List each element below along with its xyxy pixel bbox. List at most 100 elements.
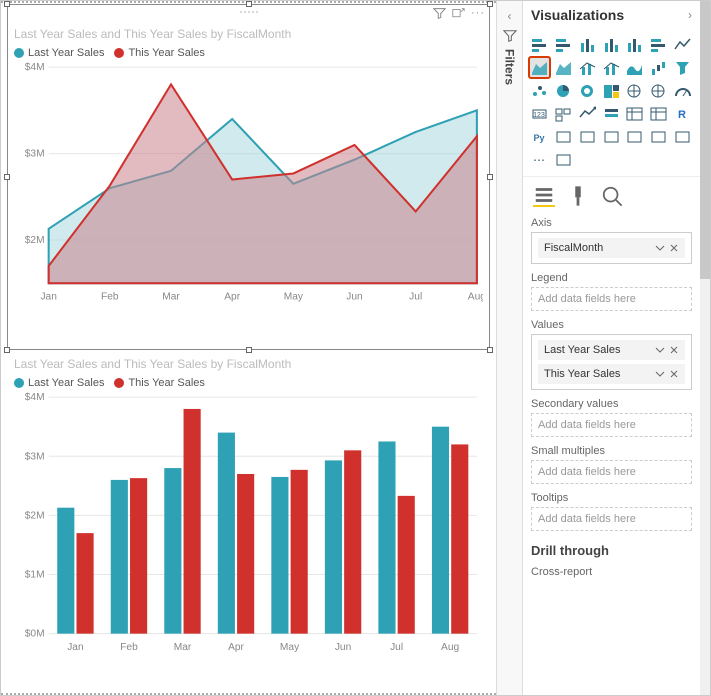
- viz-type-kpi[interactable]: [577, 103, 598, 124]
- secondary-well[interactable]: Add data fields here: [531, 413, 692, 437]
- viz-type-key-influencer[interactable]: [553, 126, 574, 147]
- remove-icon[interactable]: [669, 243, 679, 253]
- chart-title: Last Year Sales and This Year Sales by F…: [8, 353, 489, 371]
- viz-type-ribbon[interactable]: [624, 57, 645, 78]
- svg-text:⋯: ⋯: [533, 153, 545, 167]
- legend-swatch-s1: [14, 48, 24, 58]
- focus-mode-icon[interactable]: [452, 7, 465, 20]
- viz-type-map[interactable]: [624, 80, 645, 101]
- app-root: ··· Last Year Sales and This Year Sales …: [0, 0, 711, 696]
- viz-type-treemap[interactable]: [601, 80, 622, 101]
- viz-type-py[interactable]: Py: [529, 126, 550, 147]
- bar-chart-svg: $4M$3M$2M$1M$0MJanFebMarAprMayJunJulAug: [14, 391, 483, 656]
- svg-text:$2M: $2M: [25, 511, 45, 522]
- report-canvas[interactable]: ··· Last Year Sales and This Year Sales …: [1, 1, 496, 695]
- viz-type-power-automate[interactable]: [672, 126, 693, 147]
- viz-type-power-apps[interactable]: [648, 126, 669, 147]
- scrollbar-thumb[interactable]: [700, 1, 710, 279]
- viz-type-area-stacked[interactable]: [553, 57, 574, 78]
- viz-type-get-more[interactable]: ⋯: [529, 149, 550, 170]
- svg-text:$4M: $4M: [25, 393, 45, 404]
- field-wells: Axis FiscalMonth Legend Add data fields …: [523, 209, 700, 695]
- area-chart-tile[interactable]: ··· Last Year Sales and This Year Sales …: [7, 4, 490, 350]
- viz-type-column-clustered[interactable]: [601, 34, 622, 55]
- viz-type-line[interactable]: [672, 34, 693, 55]
- chart-legend: Last Year Sales This Year Sales: [8, 371, 489, 391]
- svg-text:Jan: Jan: [67, 642, 83, 653]
- svg-text:$3M: $3M: [25, 149, 45, 160]
- vertical-scrollbar[interactable]: [700, 1, 710, 695]
- viz-type-scatter[interactable]: [529, 80, 550, 101]
- chevron-down-icon[interactable]: [655, 345, 665, 355]
- viz-type-blank[interactable]: [553, 149, 574, 170]
- svg-text:Jun: Jun: [346, 292, 362, 303]
- viz-type-column-100[interactable]: [624, 34, 645, 55]
- funnel-icon: [503, 29, 517, 43]
- expand-left-icon[interactable]: ‹: [508, 9, 512, 23]
- svg-text:May: May: [280, 642, 300, 653]
- svg-text:Jan: Jan: [40, 292, 56, 303]
- filters-label: Filters: [503, 49, 517, 85]
- svg-text:Mar: Mar: [174, 642, 192, 653]
- viz-type-r[interactable]: R: [672, 103, 693, 124]
- axis-well[interactable]: FiscalMonth: [531, 232, 692, 264]
- viz-type-bar-clustered[interactable]: [553, 34, 574, 55]
- filter-icon[interactable]: [433, 7, 446, 20]
- viz-type-decomp[interactable]: [577, 126, 598, 147]
- svg-text:Apr: Apr: [228, 642, 244, 653]
- axis-label: Axis: [531, 217, 692, 229]
- svg-text:Py: Py: [533, 133, 544, 143]
- viz-type-card[interactable]: 123: [529, 103, 550, 124]
- viz-type-filled-map[interactable]: [648, 80, 669, 101]
- viz-type-line-col[interactable]: [577, 57, 598, 78]
- filters-pane-collapsed[interactable]: ‹ Filters: [496, 1, 522, 695]
- viz-type-bar-100[interactable]: [648, 34, 669, 55]
- tooltips-label: Tooltips: [531, 492, 692, 504]
- small-multiples-label: Small multiples: [531, 445, 692, 457]
- analytics-tab[interactable]: [601, 185, 623, 207]
- svg-text:Jul: Jul: [409, 292, 422, 303]
- more-icon[interactable]: ···: [471, 7, 485, 20]
- collapse-icon[interactable]: ›: [688, 8, 692, 22]
- viz-type-line-col-stacked[interactable]: [601, 57, 622, 78]
- viz-type-table[interactable]: [624, 103, 645, 124]
- svg-text:$1M: $1M: [25, 570, 45, 581]
- chart-legend: Last Year Sales This Year Sales: [8, 41, 489, 61]
- viz-type-multi-card[interactable]: [553, 103, 574, 124]
- visualizations-title: Visualizations: [531, 7, 688, 23]
- viz-type-paginated[interactable]: [624, 126, 645, 147]
- format-tab[interactable]: [567, 185, 589, 207]
- legend-label: Legend: [531, 272, 692, 284]
- viz-type-pie[interactable]: [553, 80, 574, 101]
- bar-chart-tile[interactable]: Last Year Sales and This Year Sales by F…: [7, 352, 490, 692]
- svg-text:Jul: Jul: [390, 642, 403, 653]
- viz-type-funnel[interactable]: [672, 57, 693, 78]
- visualization-type-grid: 123 R Py ⋯: [523, 30, 700, 174]
- chevron-down-icon[interactable]: [655, 243, 665, 253]
- value-item-last-year[interactable]: Last Year Sales: [538, 340, 685, 360]
- drag-grip-icon[interactable]: [237, 11, 261, 17]
- tooltips-well[interactable]: Add data fields here: [531, 507, 692, 531]
- viz-type-bar-stacked[interactable]: [529, 34, 550, 55]
- legend-well[interactable]: Add data fields here: [531, 287, 692, 311]
- viz-type-donut[interactable]: [577, 80, 598, 101]
- values-well[interactable]: Last Year Sales This Year Sales: [531, 334, 692, 390]
- svg-text:Mar: Mar: [162, 292, 180, 303]
- svg-text:R: R: [678, 109, 686, 121]
- well-placeholder: Add data fields here: [538, 513, 685, 525]
- viz-type-column-stacked[interactable]: [577, 34, 598, 55]
- viz-type-qna[interactable]: [601, 126, 622, 147]
- remove-icon[interactable]: [669, 369, 679, 379]
- viz-type-waterfall[interactable]: [648, 57, 669, 78]
- chevron-down-icon[interactable]: [655, 369, 665, 379]
- small-multiples-well[interactable]: Add data fields here: [531, 460, 692, 484]
- viz-type-area[interactable]: [529, 57, 550, 78]
- viz-type-slicer[interactable]: [601, 103, 622, 124]
- viz-type-gauge[interactable]: [672, 80, 693, 101]
- fields-tab[interactable]: [533, 185, 555, 207]
- value-item-this-year[interactable]: This Year Sales: [538, 364, 685, 384]
- well-placeholder: Add data fields here: [538, 466, 685, 478]
- remove-icon[interactable]: [669, 345, 679, 355]
- axis-item-fiscalmonth[interactable]: FiscalMonth: [538, 238, 685, 258]
- viz-type-matrix[interactable]: [648, 103, 669, 124]
